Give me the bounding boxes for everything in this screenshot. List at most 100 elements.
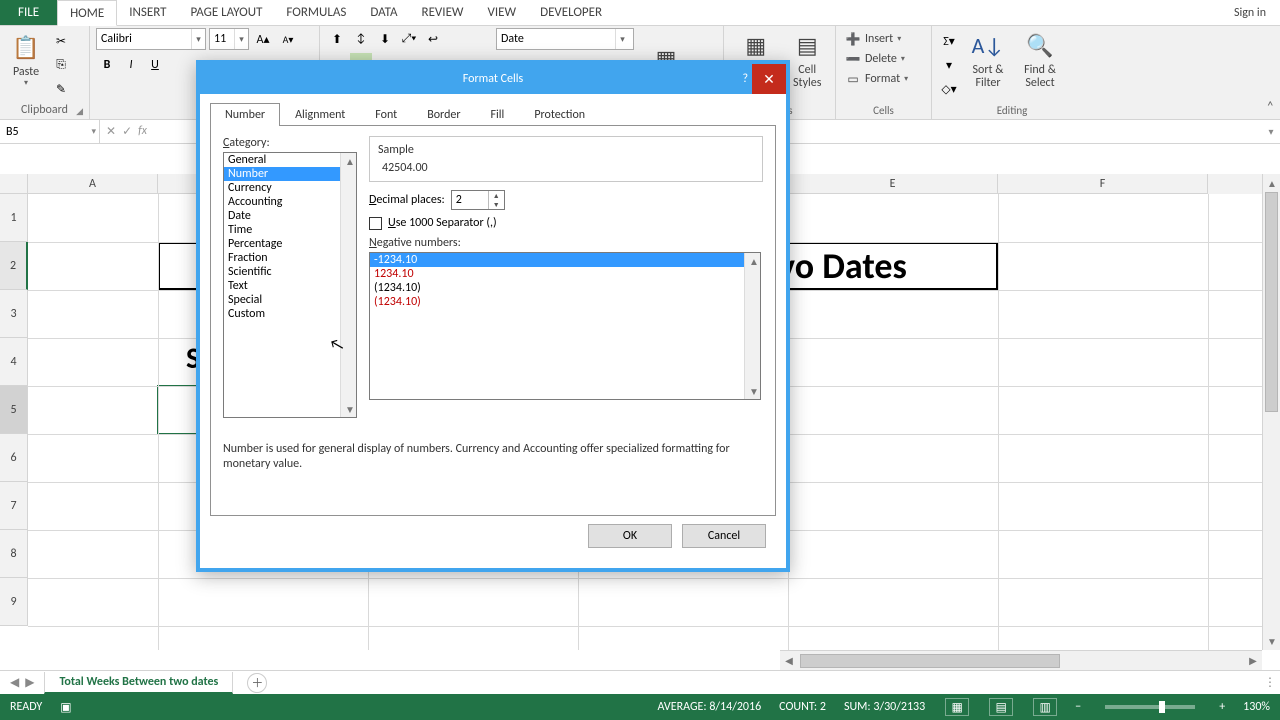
- cancel-button[interactable]: Cancel: [682, 524, 766, 548]
- font-name-combo[interactable]: ▾: [96, 28, 206, 50]
- number-format-combo[interactable]: ▾: [496, 28, 634, 50]
- italic-button[interactable]: I: [120, 54, 142, 76]
- tab-home[interactable]: HOME: [57, 0, 117, 26]
- negative-format-option[interactable]: (1234.10): [370, 281, 760, 295]
- category-option[interactable]: Number: [224, 167, 356, 181]
- row-header[interactable]: 5: [0, 386, 28, 434]
- negative-format-option[interactable]: (1234.10): [370, 295, 760, 309]
- close-button[interactable]: ✕: [752, 64, 786, 94]
- name-box[interactable]: B5▾: [0, 120, 100, 143]
- scroll-right-icon[interactable]: ▶: [1244, 652, 1262, 670]
- autosum-button[interactable]: Σ▾: [938, 30, 960, 52]
- format-painter-button[interactable]: ✎: [50, 78, 72, 100]
- category-option[interactable]: Scientific: [224, 265, 356, 279]
- negative-format-option[interactable]: 1234.10: [370, 267, 760, 281]
- normal-view-button[interactable]: ▦: [945, 698, 969, 716]
- fx-icon[interactable]: fx: [138, 124, 147, 139]
- col-header[interactable]: E: [788, 174, 998, 194]
- category-option[interactable]: Fraction: [224, 251, 356, 265]
- select-all-corner[interactable]: [0, 174, 28, 194]
- number-format-input[interactable]: [497, 29, 615, 49]
- align-bottom-button[interactable]: ⬇: [374, 28, 396, 50]
- category-option[interactable]: Accounting: [224, 195, 356, 209]
- clear-button[interactable]: ◇▾: [938, 78, 960, 100]
- collapse-ribbon-button[interactable]: ˄: [1266, 98, 1274, 115]
- ok-button[interactable]: OK: [588, 524, 672, 548]
- category-option[interactable]: Text: [224, 279, 356, 293]
- page-break-view-button[interactable]: ▥: [1033, 698, 1057, 716]
- font-size-combo[interactable]: ▾: [209, 28, 249, 50]
- page-layout-view-button[interactable]: ▤: [989, 698, 1013, 716]
- tab-formulas[interactable]: FORMULAS: [274, 0, 358, 25]
- dialog-tab-alignment[interactable]: Alignment: [280, 103, 360, 126]
- hscroll-thumb[interactable]: [800, 654, 1060, 668]
- dialog-tab-border[interactable]: Border: [412, 103, 475, 126]
- dialog-tab-protection[interactable]: Protection: [519, 103, 600, 126]
- row-headers[interactable]: 123456789: [0, 194, 28, 626]
- font-name-input[interactable]: [97, 29, 191, 49]
- paste-button[interactable]: 📋 Paste ▾: [6, 28, 46, 92]
- col-header[interactable]: F: [998, 174, 1208, 194]
- dialog-tab-font[interactable]: Font: [360, 103, 412, 126]
- row-header[interactable]: 4: [0, 338, 28, 386]
- tab-page-layout[interactable]: PAGE LAYOUT: [179, 0, 275, 25]
- zoom-in-button[interactable]: +: [1219, 700, 1225, 714]
- chevron-down-icon[interactable]: ▾: [191, 29, 205, 49]
- vertical-scrollbar[interactable]: ▲ ▼: [1262, 174, 1280, 650]
- thousand-separator-checkbox[interactable]: [369, 217, 382, 230]
- align-middle-button[interactable]: ↕: [350, 28, 372, 50]
- dialog-tab-fill[interactable]: Fill: [476, 103, 520, 126]
- row-header[interactable]: 3: [0, 290, 28, 338]
- sheet-tab[interactable]: Total Weeks Between two dates: [44, 672, 233, 694]
- chevron-down-icon[interactable]: ▾: [91, 126, 96, 137]
- vscroll-thumb[interactable]: [1265, 192, 1278, 412]
- copy-button[interactable]: ⎘: [50, 54, 72, 76]
- orientation-button[interactable]: ⤢▾: [398, 28, 420, 50]
- row-header[interactable]: 8: [0, 530, 28, 578]
- category-listbox[interactable]: GeneralNumberCurrencyAccountingDateTimeP…: [223, 152, 357, 418]
- cell-styles-button[interactable]: ▤Cell Styles: [785, 28, 829, 92]
- category-option[interactable]: Custom: [224, 307, 356, 321]
- chevron-down-icon[interactable]: ▾: [615, 29, 629, 49]
- cut-button[interactable]: ✂: [50, 30, 72, 52]
- row-header[interactable]: 9: [0, 578, 28, 626]
- font-size-input[interactable]: [210, 29, 234, 49]
- horizontal-scrollbar[interactable]: ◀ ▶: [780, 650, 1262, 670]
- tab-developer[interactable]: DEVELOPER: [528, 0, 614, 25]
- row-header[interactable]: 6: [0, 434, 28, 482]
- col-header[interactable]: A: [28, 174, 158, 194]
- zoom-level[interactable]: 130%: [1243, 700, 1270, 714]
- tab-review[interactable]: REVIEW: [410, 0, 476, 25]
- format-cells-button[interactable]: ▭Format▾: [842, 70, 911, 88]
- scroll-up-icon[interactable]: ▲: [341, 153, 357, 169]
- sign-in-link[interactable]: Sign in: [1220, 0, 1280, 25]
- help-button[interactable]: ?: [742, 72, 748, 86]
- scroll-up-icon[interactable]: ▲: [1263, 174, 1280, 192]
- tab-data[interactable]: DATA: [358, 0, 409, 25]
- listbox-scrollbar[interactable]: ▲ ▼: [340, 153, 356, 417]
- wrap-text-button[interactable]: ↩: [422, 28, 444, 50]
- row-header[interactable]: 7: [0, 482, 28, 530]
- zoom-knob[interactable]: [1159, 701, 1165, 713]
- decimal-places-spinner[interactable]: ▲▼: [451, 190, 505, 210]
- file-tab[interactable]: FILE: [0, 0, 57, 25]
- sheet-nav-prev-icon[interactable]: ◀: [10, 675, 19, 690]
- category-option[interactable]: Percentage: [224, 237, 356, 251]
- zoom-out-button[interactable]: −: [1075, 700, 1081, 714]
- listbox-scrollbar[interactable]: ▲ ▼: [744, 253, 760, 399]
- sort-filter-button[interactable]: A↓Sort & Filter: [964, 28, 1012, 92]
- scroll-up-icon[interactable]: ▲: [745, 253, 761, 269]
- spinner-up-icon[interactable]: ▲: [489, 191, 504, 200]
- negative-format-option[interactable]: -1234.10: [370, 253, 760, 267]
- delete-cells-button[interactable]: ➖Delete▾: [842, 50, 911, 68]
- insert-cells-button[interactable]: ➕Insert▾: [842, 30, 911, 48]
- tab-insert[interactable]: INSERT: [117, 0, 178, 25]
- scroll-down-icon[interactable]: ▼: [1263, 632, 1280, 650]
- increase-font-button[interactable]: A▴: [252, 28, 274, 50]
- dialog-title-bar[interactable]: Format Cells ? ✕: [200, 64, 786, 94]
- tab-scroll-icon[interactable]: ⋮: [1260, 675, 1280, 690]
- add-sheet-button[interactable]: ＋: [247, 673, 267, 693]
- dialog-tab-number[interactable]: Number: [210, 103, 280, 126]
- row-header[interactable]: 2: [0, 242, 28, 290]
- category-option[interactable]: Date: [224, 209, 356, 223]
